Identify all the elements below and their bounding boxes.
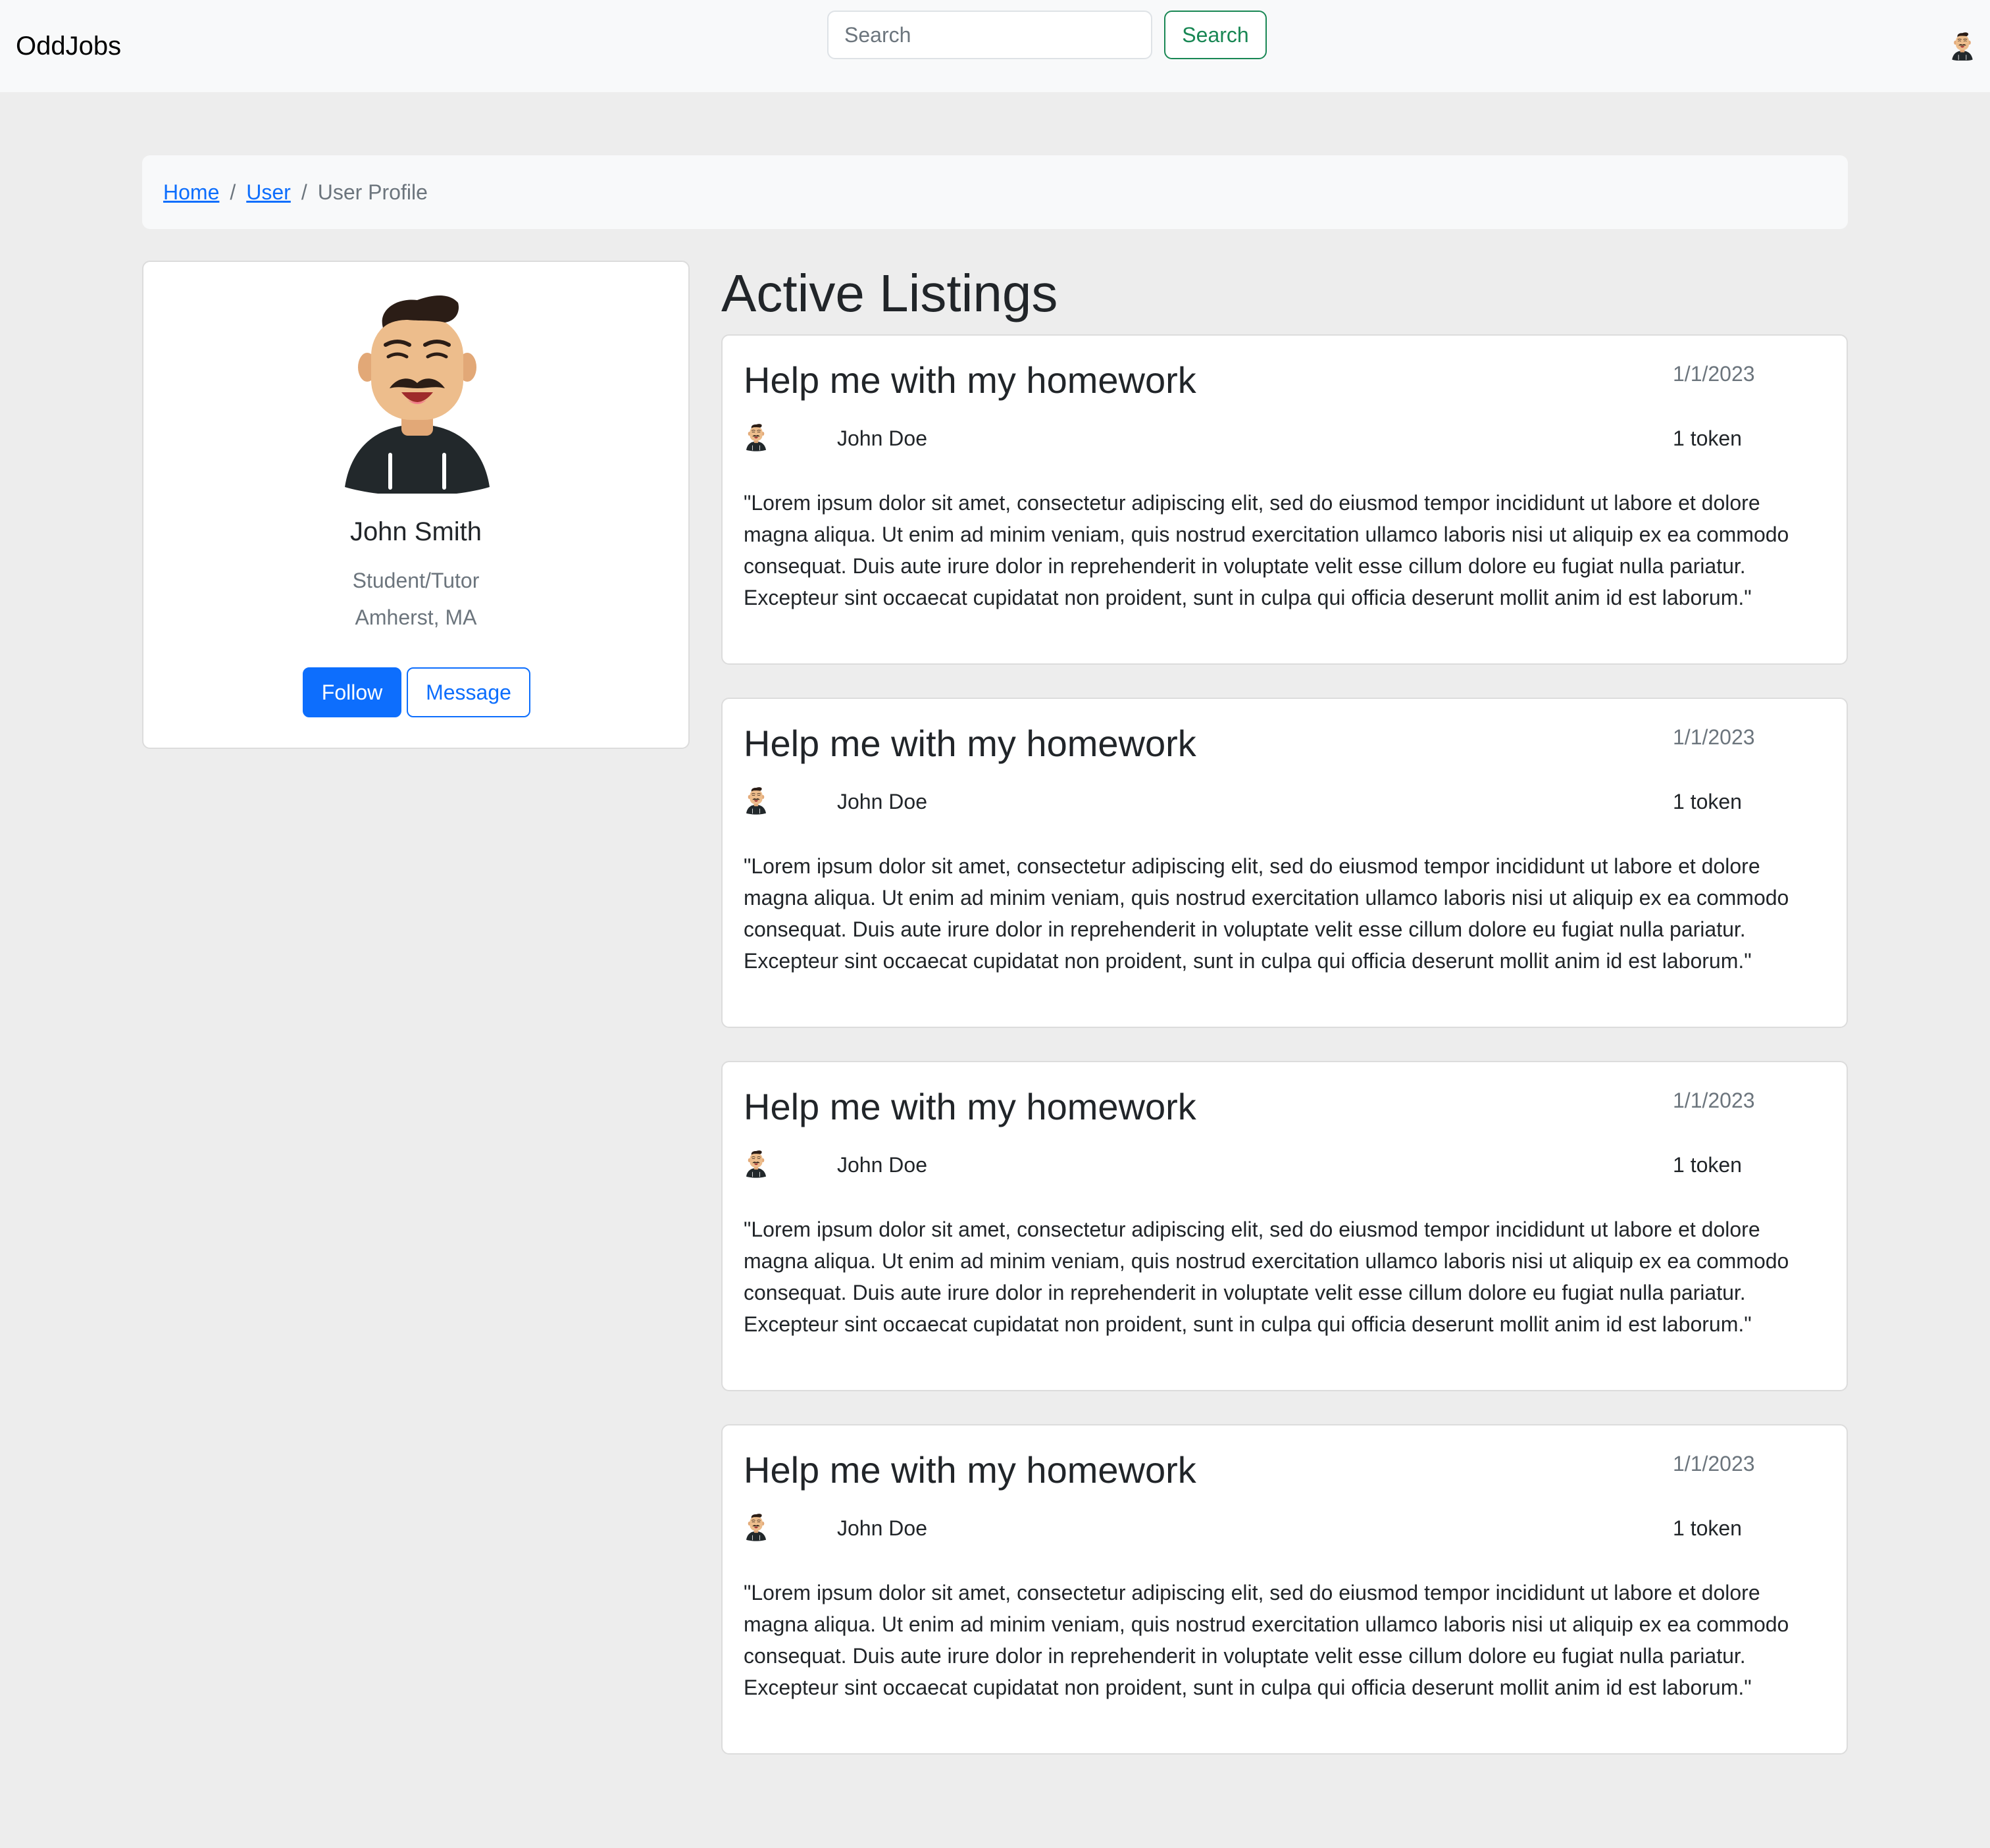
profile-role: Student/Tutor [352, 569, 480, 592]
listing-date: 1/1/2023 [1673, 725, 1755, 749]
listing-title[interactable]: Help me with my homework [744, 1083, 1196, 1131]
top-navbar: OddJobs Search [0, 0, 1990, 92]
user-avatar-icon[interactable] [1949, 32, 1976, 61]
listing-title[interactable]: Help me with my homework [744, 357, 1196, 404]
listing-date: 1/1/2023 [1673, 1089, 1755, 1112]
message-button[interactable]: Message [407, 667, 530, 717]
listing-title[interactable]: Help me with my homework [744, 1447, 1196, 1494]
breadcrumb: Home / User / User Profile [142, 155, 1848, 229]
listing-user-name[interactable]: John Doe [837, 1150, 927, 1179]
listing-token-price: 1 token [1673, 1516, 1742, 1540]
search-button[interactable]: Search [1164, 11, 1267, 59]
listing-token-price: 1 token [1673, 1153, 1742, 1177]
profile-location: Amherst, MA [355, 605, 477, 629]
breadcrumb-current-page: User Profile [317, 180, 428, 204]
breadcrumb-separator: / [230, 180, 236, 204]
listing-date: 1/1/2023 [1673, 1452, 1755, 1476]
listing-user-name[interactable]: John Doe [837, 1514, 927, 1543]
brand-logo[interactable]: OddJobs [16, 29, 121, 63]
listing-user-avatar-icon [746, 786, 766, 815]
listing-card[interactable]: Help me with my homework 1/1/2023 John D… [721, 334, 1848, 665]
profile-avatar [345, 290, 490, 494]
active-listings-heading: Active Listings [721, 264, 1058, 322]
listing-user-avatar-icon [746, 423, 766, 451]
breadcrumb-separator: / [301, 180, 307, 204]
listing-description: "Lorem ipsum dolor sit amet, consectetur… [744, 854, 1789, 973]
search-input[interactable] [827, 11, 1152, 59]
listing-description: "Lorem ipsum dolor sit amet, consectetur… [744, 491, 1789, 609]
listing-user-avatar-icon [746, 1512, 766, 1541]
profile-card: John Smith Student/Tutor Amherst, MA Fol… [142, 261, 690, 749]
listing-card[interactable]: Help me with my homework 1/1/2023 John D… [721, 698, 1848, 1028]
listing-user-name[interactable]: John Doe [837, 424, 927, 453]
listing-card[interactable]: Help me with my homework 1/1/2023 John D… [721, 1424, 1848, 1755]
profile-name: John Smith [349, 517, 482, 546]
listing-title[interactable]: Help me with my homework [744, 720, 1196, 767]
follow-button[interactable]: Follow [303, 667, 401, 717]
listing-card[interactable]: Help me with my homework 1/1/2023 John D… [721, 1061, 1848, 1391]
listing-token-price: 1 token [1673, 790, 1742, 813]
listing-date: 1/1/2023 [1673, 362, 1755, 386]
listing-user-name[interactable]: John Doe [837, 787, 927, 816]
listing-description: "Lorem ipsum dolor sit amet, consectetur… [744, 1581, 1789, 1699]
listing-token-price: 1 token [1673, 426, 1742, 450]
breadcrumb-user-link[interactable]: User [246, 180, 291, 205]
listing-description: "Lorem ipsum dolor sit amet, consectetur… [744, 1218, 1789, 1336]
listing-user-avatar-icon [746, 1149, 766, 1178]
breadcrumb-home-link[interactable]: Home [163, 180, 219, 205]
